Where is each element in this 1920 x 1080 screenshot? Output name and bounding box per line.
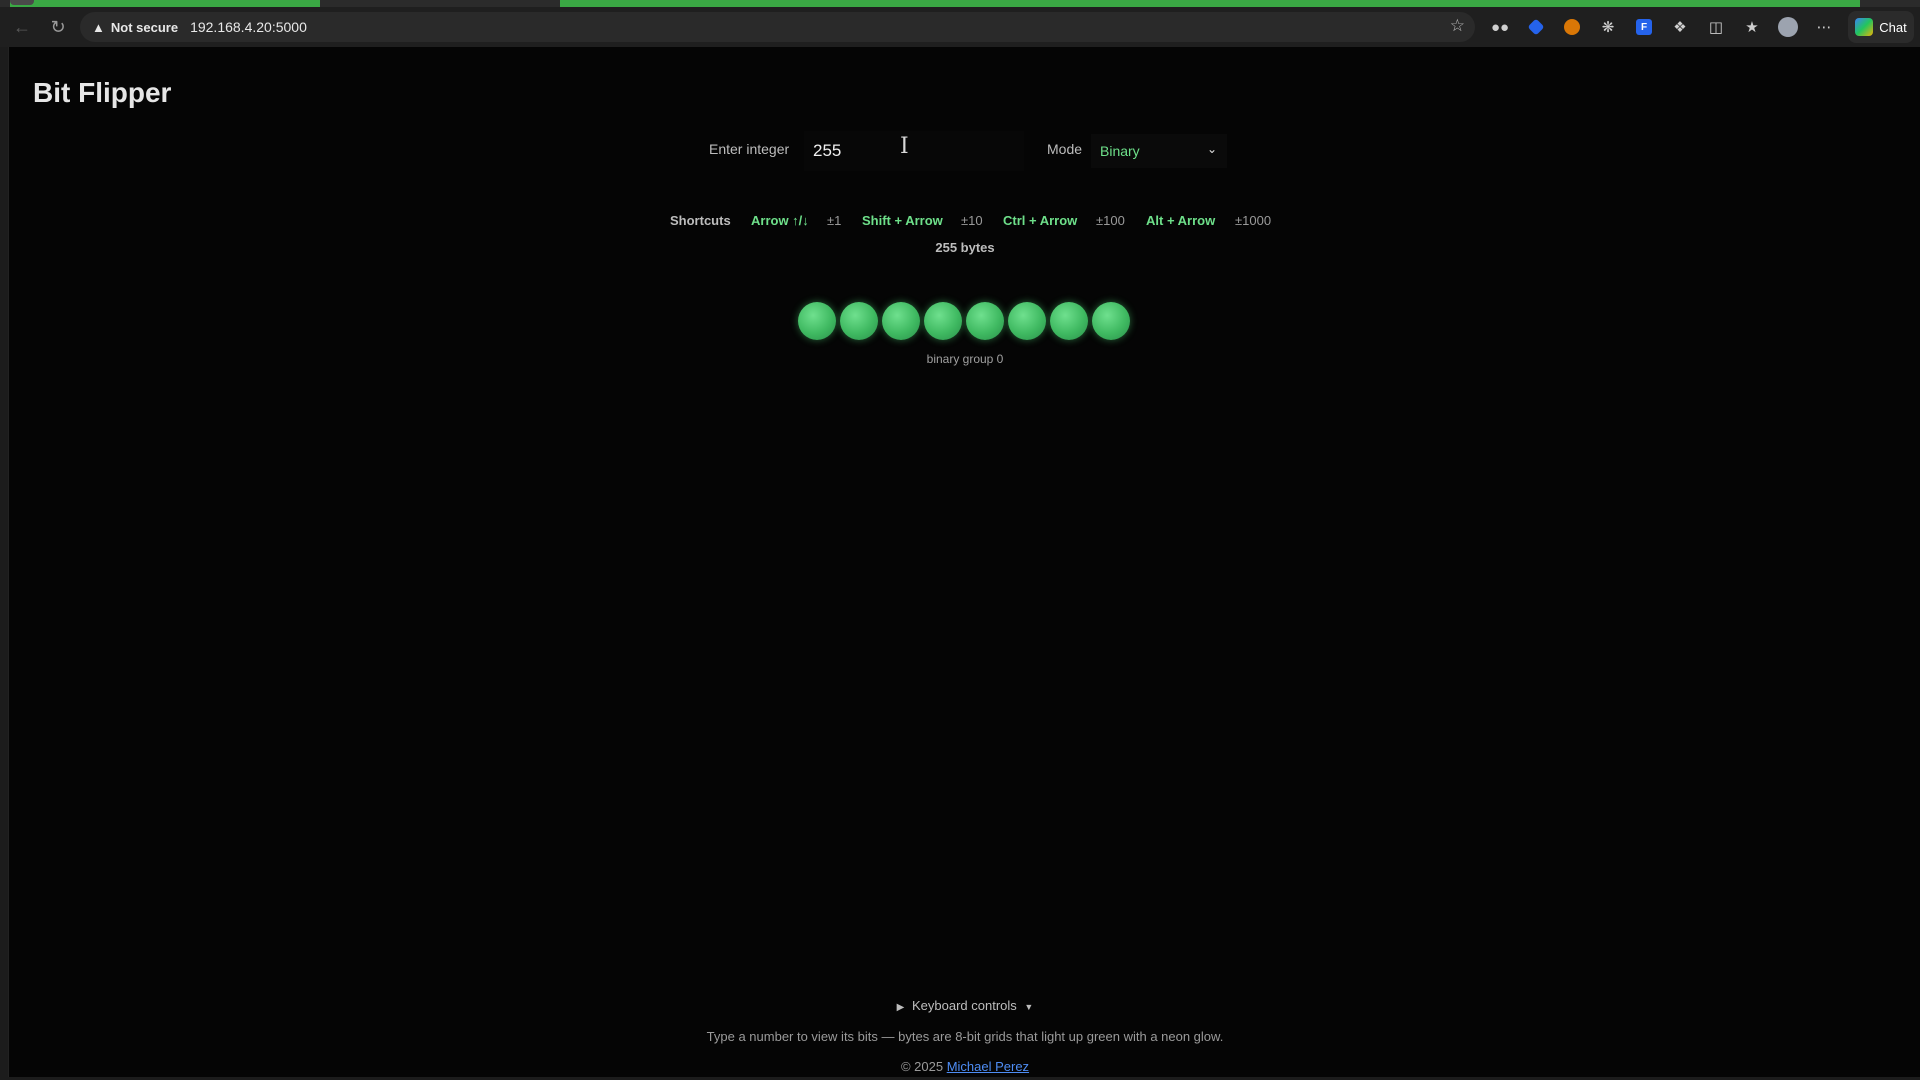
keyboard-controls-label: Keyboard controls <box>912 998 1017 1013</box>
shortcut-key: Shift + Arrow <box>862 213 943 228</box>
footer-description: Type a number to view its bits — bytes a… <box>706 1029 1224 1044</box>
page-viewport: Bit Flipper Enter integer I Mode Binary … <box>8 47 1920 1077</box>
shortcuts-row: Shortcuts Arrow ↑/↓ ±1 Shift + Arrow ±10… <box>9 213 1920 233</box>
diamond-extension-icon[interactable] <box>1521 12 1551 42</box>
bit-toggle[interactable] <box>1008 302 1046 340</box>
fi-extension-icon[interactable]: F <box>1629 12 1659 42</box>
gear-extension-icon[interactable]: ❋ <box>1593 12 1623 42</box>
shortcut-key: Alt + Arrow <box>1146 213 1216 228</box>
tab-indicator <box>10 0 320 7</box>
chat-button[interactable]: Chat <box>1848 11 1914 43</box>
group-label: binary group 0 <box>926 352 1004 366</box>
bit-toggle[interactable] <box>924 302 962 340</box>
integer-input[interactable] <box>804 131 1024 171</box>
disclosure-triangle-icon: ▶ <box>896 1002 905 1013</box>
chevron-down-icon: ⌄ <box>1206 142 1217 156</box>
shortcut-amount: ±1000 <box>1235 213 1272 228</box>
mode-label: Mode <box>1047 141 1083 157</box>
mode-select[interactable]: Binary ⌄ <box>1091 134 1227 168</box>
security-indicator[interactable]: Not secure <box>111 20 178 35</box>
tab-indicator <box>560 0 1860 7</box>
shortcut-amount: ±100 <box>1096 213 1125 228</box>
bytes-count: 255 bytes <box>935 240 995 255</box>
shortcut-key: Arrow ↑/↓ <box>751 213 809 228</box>
puzzle-icon[interactable]: ❖ <box>1665 12 1695 42</box>
extensions-bar: ●● ❋ F ❖ ◫ ★ ⋯ <box>1485 12 1845 42</box>
copyright-text: © 2025 <box>900 1059 944 1074</box>
author-link[interactable]: Michael Perez <box>947 1059 1029 1074</box>
input-controls: Enter integer I Mode Binary ⌄ <box>9 131 1920 171</box>
shortcuts-label: Shortcuts <box>670 213 731 228</box>
orange-extension-icon[interactable] <box>1557 12 1587 42</box>
url-text[interactable]: 192.168.4.20:5000 <box>190 19 307 35</box>
browser-toolbar: ← ↻ ▲ Not secure 192.168.4.20:5000 ☆ ●● … <box>0 7 1920 47</box>
warning-icon: ▲ <box>92 19 105 35</box>
bit-toggle[interactable] <box>966 302 1004 340</box>
glasses-extension-icon[interactable]: ●● <box>1485 12 1515 42</box>
bit-grid <box>798 302 1134 342</box>
back-arrow-icon[interactable]: ← <box>8 13 36 41</box>
split-screen-icon[interactable]: ◫ <box>1701 12 1731 42</box>
bit-toggle[interactable] <box>1092 302 1130 340</box>
bit-toggle[interactable] <box>1050 302 1088 340</box>
footer-copyright: © 2025 Michael Perez <box>9 1059 1920 1074</box>
star-icon[interactable]: ☆ <box>1450 16 1465 36</box>
favorites-icon[interactable]: ★ <box>1737 12 1767 42</box>
tab-strip <box>0 0 1920 7</box>
active-tab[interactable] <box>10 0 34 5</box>
page-title: Bit Flipper <box>33 77 172 108</box>
keyboard-controls-toggle[interactable]: ▶ Keyboard controls ▼ <box>9 998 1920 1013</box>
shortcut-key: Ctrl + Arrow <box>1003 213 1078 228</box>
reload-icon[interactable]: ↻ <box>44 13 72 41</box>
address-bar[interactable]: ▲ Not secure 192.168.4.20:5000 ☆ <box>80 12 1475 42</box>
browser-window: ← ↻ ▲ Not secure 192.168.4.20:5000 ☆ ●● … <box>0 0 1920 1080</box>
more-menu-icon[interactable]: ⋯ <box>1809 12 1839 42</box>
bit-toggle[interactable] <box>798 302 836 340</box>
profile-avatar[interactable] <box>1773 12 1803 42</box>
shortcut-amount: ±1 <box>827 213 842 228</box>
bit-toggle[interactable] <box>882 302 920 340</box>
integer-label: Enter integer <box>709 141 790 157</box>
caret-down-icon: ▼ <box>1024 1002 1034 1012</box>
bit-toggle[interactable] <box>840 302 878 340</box>
text-cursor-icon: I <box>900 134 909 159</box>
chat-button-label: Chat <box>1879 19 1907 35</box>
mode-selected-value: Binary <box>1100 143 1140 159</box>
shortcut-amount: ±10 <box>961 213 983 228</box>
copilot-icon <box>1855 18 1874 36</box>
